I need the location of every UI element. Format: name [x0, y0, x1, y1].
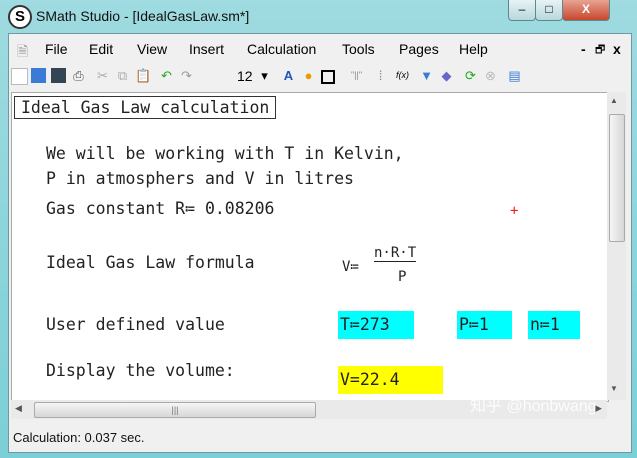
- align-icon[interactable]: "||": [349, 68, 364, 83]
- new-icon[interactable]: [11, 68, 28, 85]
- vertical-scroll-thumb[interactable]: [609, 114, 625, 242]
- stop-icon[interactable]: ⊗: [483, 68, 498, 83]
- result-V[interactable]: V=22.4: [338, 366, 443, 394]
- fill-color-icon[interactable]: ●: [301, 68, 316, 83]
- font-size-select[interactable]: 12: [237, 68, 253, 84]
- toolbar: ⎙ ✂ ⧉ 📋 ↶ ↷ 12 ▾ A ● "||" ⁞ f(x) ▼ ◆ ⟳ ⊗…: [9, 64, 631, 88]
- plugin-icon[interactable]: ◆: [439, 68, 454, 83]
- filter-icon[interactable]: ▼: [419, 68, 434, 83]
- text-color-icon[interactable]: A: [281, 68, 296, 83]
- cut-icon[interactable]: ✂: [95, 68, 110, 83]
- menu-view[interactable]: View: [137, 41, 167, 57]
- formula-label[interactable]: Ideal Gas Law formula: [46, 253, 255, 272]
- worksheet[interactable]: Ideal Gas Law calculation We will be wor…: [11, 92, 609, 402]
- formula-denominator[interactable]: P: [398, 269, 406, 285]
- input-P[interactable]: P≔1: [457, 311, 512, 339]
- print-icon[interactable]: ⎙: [71, 68, 86, 83]
- mdi-minimize-button[interactable]: -: [581, 41, 586, 57]
- smath-logo-icon: S: [8, 5, 32, 29]
- input-n[interactable]: n≔1: [528, 311, 580, 339]
- user-defined-label[interactable]: User defined value: [46, 315, 225, 334]
- pages-icon[interactable]: ▤: [507, 68, 522, 83]
- save-icon[interactable]: [51, 68, 66, 83]
- function-button[interactable]: f(x): [395, 68, 410, 83]
- status-bar-text: Calculation: 0.037 sec.: [13, 430, 145, 445]
- recalculate-icon[interactable]: ⟳: [463, 68, 478, 83]
- document-icon: 🗎: [17, 43, 29, 59]
- chevron-down-icon[interactable]: ▾: [257, 68, 272, 83]
- text-line-1[interactable]: We will be working with T in Kelvin,: [46, 144, 404, 163]
- cursor-crosshair-icon: +: [510, 203, 519, 219]
- menu-file[interactable]: File: [45, 41, 68, 57]
- maximize-button[interactable]: □: [535, 0, 563, 21]
- mdi-frame: 🗎 File Edit View Insert Calculation Tool…: [8, 33, 632, 453]
- redo-icon[interactable]: ↷: [179, 68, 194, 83]
- menu-bar: 🗎 File Edit View Insert Calculation Tool…: [9, 38, 631, 62]
- title-text-region[interactable]: Ideal Gas Law calculation: [14, 96, 277, 119]
- border-icon[interactable]: [321, 70, 335, 84]
- menu-help[interactable]: Help: [459, 41, 488, 57]
- open-icon[interactable]: [31, 68, 46, 83]
- mdi-restore-button[interactable]: 🗗: [595, 41, 605, 60]
- scroll-left-icon[interactable]: ◀: [15, 403, 22, 414]
- close-button[interactable]: X: [562, 0, 610, 21]
- minimize-button[interactable]: –: [508, 0, 536, 21]
- copy-icon[interactable]: ⧉: [115, 68, 130, 83]
- menu-pages[interactable]: Pages: [399, 41, 439, 57]
- paste-icon[interactable]: 📋: [135, 68, 151, 83]
- text-line-2[interactable]: P in atmosphers and V in litres: [46, 169, 354, 188]
- formula-numerator[interactable]: n·R·T: [374, 245, 417, 262]
- menu-insert[interactable]: Insert: [189, 41, 224, 57]
- menu-calculation[interactable]: Calculation: [247, 41, 316, 57]
- mdi-close-button[interactable]: x: [613, 41, 621, 57]
- vertical-scrollbar[interactable]: ▲ ▼: [607, 92, 626, 400]
- gas-constant-text[interactable]: Gas constant R≔ 0.08206: [46, 199, 274, 218]
- horizontal-scroll-thumb[interactable]: |||: [34, 402, 316, 418]
- window-title: SMath Studio - [IdealGasLaw.sm*]: [36, 8, 250, 24]
- input-T[interactable]: T≔273: [338, 311, 414, 339]
- scroll-up-icon[interactable]: ▲: [610, 96, 618, 105]
- app-window: S SMath Studio - [IdealGasLaw.sm*] – □ X…: [0, 0, 637, 458]
- formula-lhs[interactable]: V≔: [342, 259, 359, 275]
- scroll-down-icon[interactable]: ▼: [610, 384, 618, 393]
- watermark: 知乎 @honbwang: [470, 398, 597, 415]
- menu-tools[interactable]: Tools: [342, 41, 375, 57]
- display-volume-label[interactable]: Display the volume:: [46, 361, 235, 380]
- undo-icon[interactable]: ↶: [159, 68, 174, 83]
- menu-edit[interactable]: Edit: [89, 41, 113, 57]
- distribute-icon[interactable]: ⁞: [373, 68, 388, 83]
